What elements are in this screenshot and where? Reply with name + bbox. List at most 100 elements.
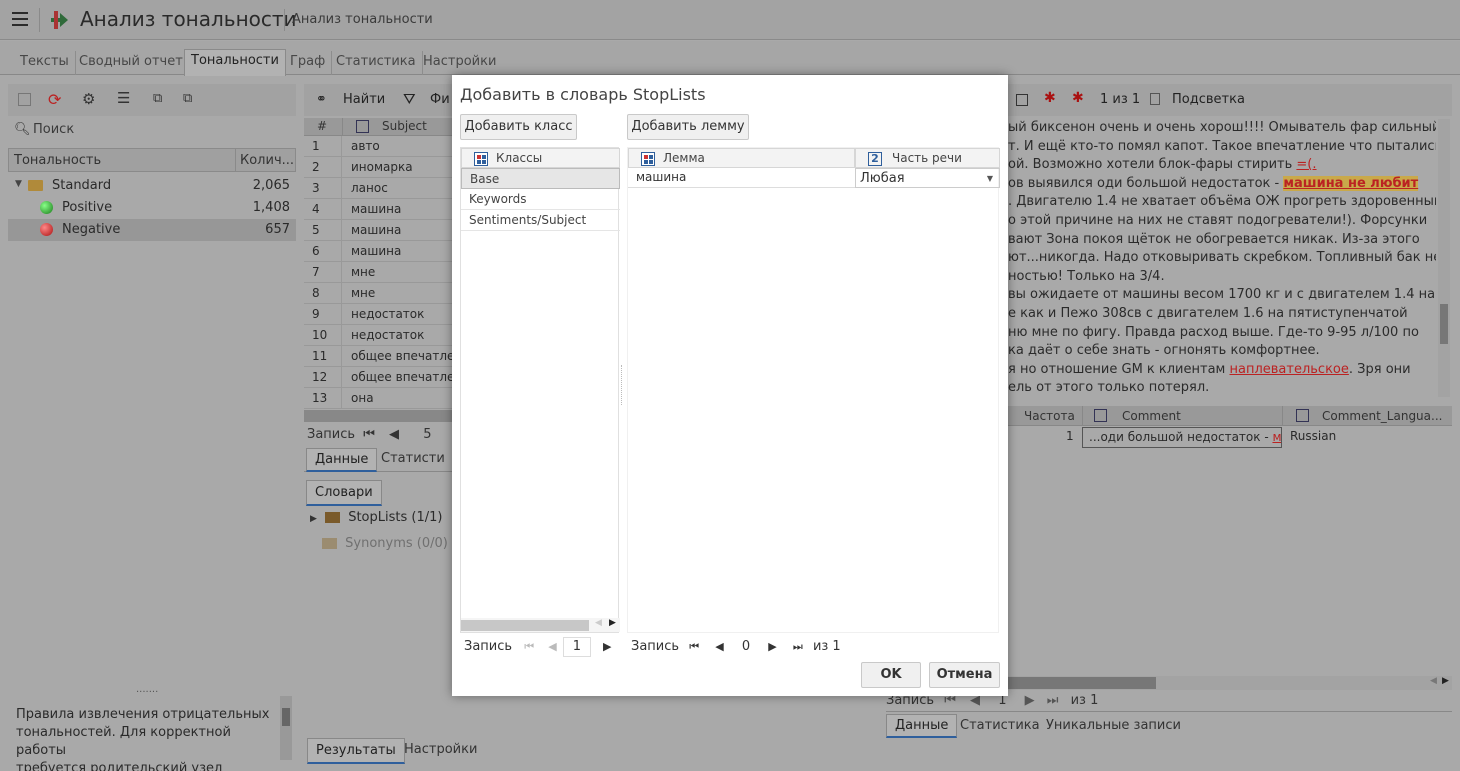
row-index: 5 — [304, 220, 342, 241]
binoculars-icon[interactable]: ⚭ — [316, 92, 327, 107]
bottom-tab-results[interactable]: Результаты — [307, 738, 405, 764]
next-page-icon[interactable]: ▶ — [603, 636, 611, 658]
lemma-row[interactable]: машина Любая ▼ — [628, 168, 1000, 188]
paste-icon[interactable]: ⧉ — [183, 91, 192, 106]
table-row[interactable]: 5 машина — [304, 220, 454, 241]
dropdown-arrow-icon[interactable]: ▼ — [987, 169, 993, 188]
tab-graph[interactable]: Граф — [284, 51, 333, 75]
class-item[interactable]: Base — [461, 168, 620, 189]
table-row[interactable]: 8 мне — [304, 283, 454, 304]
highlight-icon[interactable] — [1150, 93, 1160, 105]
row-comment[interactable]: ...оди большой недостаток - маш — [1082, 427, 1282, 448]
dict-stoplists[interactable]: ▶ StopLists (1/1) — [310, 510, 460, 530]
tab-texts[interactable]: Тексты — [14, 51, 76, 75]
list-icon[interactable]: ☰ — [117, 89, 130, 107]
lemma-cell[interactable]: машина — [636, 168, 686, 187]
save-icon[interactable] — [18, 93, 31, 106]
splitter-handle[interactable]: ....... — [136, 684, 158, 695]
tree-header-count[interactable]: Колич... — [240, 153, 294, 168]
pos-select[interactable]: Любая ▼ — [855, 168, 1000, 188]
classes-hscrollbar[interactable]: ◀ ▶ — [461, 618, 620, 632]
table-row[interactable]: 11 общее впечатлен — [304, 346, 454, 367]
tab-data[interactable]: Данные — [306, 448, 378, 472]
comment-grid-row[interactable]: 1 ...оди большой недостаток - маш Russia… — [1008, 427, 1452, 448]
col-comment-language[interactable]: Comment_Langua... — [1322, 409, 1442, 423]
tab-data[interactable]: Данные — [886, 714, 958, 738]
gear-icon[interactable]: ⚙ — [82, 90, 95, 108]
last-page-icon[interactable]: ⏭ — [1047, 693, 1059, 708]
dict-synonyms[interactable]: Synonyms (0/0) — [322, 536, 472, 556]
class-item[interactable]: Sentiments/Subject — [461, 210, 620, 231]
last-page-icon[interactable]: ⏭ — [793, 636, 803, 658]
ok-button[interactable]: OK — [861, 662, 921, 688]
bottom-tab-settings[interactable]: Настройки — [404, 742, 477, 757]
next-mark-icon[interactable]: ✱ — [1072, 90, 1084, 106]
table-row[interactable]: 9 недостаток — [304, 304, 454, 325]
tree-node-positive[interactable]: Positive 1,408 — [8, 197, 296, 219]
underlined-word[interactable]: наплевательское — [1229, 362, 1348, 377]
tree-node-standard[interactable]: ▼ Standard 2,065 — [8, 175, 296, 197]
table-row[interactable]: 4 машина — [304, 199, 454, 220]
first-page-icon[interactable]: ⏮ — [363, 427, 375, 442]
dialog-splitter[interactable] — [621, 365, 625, 405]
highlighted-phrase[interactable]: машина не любит — [1283, 175, 1419, 191]
prev-page-icon[interactable]: ◀ — [715, 636, 723, 658]
col-index[interactable]: # — [317, 119, 327, 133]
tab-summary[interactable]: Сводный отчет — [73, 51, 190, 75]
pager-value[interactable]: 5 — [423, 427, 431, 442]
tab-settings[interactable]: Настройки — [417, 51, 502, 75]
add-lemma-button[interactable]: Добавить лемму — [627, 114, 749, 140]
text-vscrollbar[interactable] — [1438, 119, 1450, 397]
tab-sentiments[interactable]: Тональности — [184, 49, 286, 76]
table-row[interactable]: 12 общее впечатлен — [304, 367, 454, 388]
tree-header-sentiment[interactable]: Тональность — [14, 153, 101, 168]
tab-unique-records[interactable]: Уникальные записи — [1046, 718, 1181, 733]
tab-statistics[interactable]: Статистика — [960, 718, 1040, 733]
right-hscrollbar[interactable]: ◀ ▶ — [1008, 676, 1452, 690]
refresh-icon[interactable]: ⟳ — [48, 90, 61, 109]
hamburger-menu-icon[interactable] — [12, 12, 28, 26]
pager-input[interactable]: 1 — [562, 636, 591, 657]
find-button[interactable]: Найти — [343, 92, 385, 107]
breadcrumb[interactable]: Анализ тональности — [292, 12, 433, 27]
dictionaries-tab[interactable]: Словари — [306, 480, 382, 506]
table-row[interactable]: 3 ланос — [304, 178, 454, 199]
first-page-icon[interactable]: ⏮ — [524, 636, 534, 658]
info-scrollbar[interactable] — [280, 696, 292, 760]
highlight-button[interactable]: Подсветка — [1172, 92, 1245, 107]
first-page-icon[interactable]: ⏮ — [689, 636, 699, 658]
checkbox-icon[interactable] — [1016, 94, 1028, 106]
next-page-icon[interactable]: ▶ — [1025, 693, 1035, 708]
lemma-header[interactable]: Лемма — [628, 148, 855, 168]
col-frequency[interactable]: Частота — [1024, 409, 1075, 423]
table-row[interactable]: 2 иномарка — [304, 157, 454, 178]
col-subject[interactable]: Subject — [382, 119, 427, 133]
expand-arrow-icon[interactable]: ▶ — [310, 514, 317, 524]
col-comment[interactable]: Comment — [1122, 409, 1181, 423]
prev-mark-icon[interactable]: ✱ — [1044, 90, 1056, 106]
table-row[interactable]: 7 мне — [304, 262, 454, 283]
next-page-icon[interactable]: ▶ — [768, 636, 776, 658]
table-row[interactable]: 10 недостаток — [304, 325, 454, 346]
copy-icon[interactable]: ⧉ — [153, 91, 162, 106]
classes-header[interactable]: Классы — [461, 148, 620, 168]
tab-statistics[interactable]: Статистика — [330, 51, 423, 75]
table-row[interactable]: 6 машина — [304, 241, 454, 262]
class-item[interactable]: Keywords — [461, 189, 620, 210]
search-input[interactable]: 🔍︎ Поиск — [8, 117, 296, 145]
filter-button[interactable]: Фи — [430, 92, 450, 107]
tree-node-negative[interactable]: Negative 657 — [8, 219, 296, 241]
expand-arrow-icon[interactable]: ▼ — [15, 179, 22, 189]
pager-value[interactable]: 0 — [742, 639, 750, 654]
grid-hscrollbar[interactable] — [304, 410, 454, 422]
prev-page-icon[interactable]: ◀ — [389, 427, 399, 442]
filter-icon[interactable]: ⛛ — [403, 90, 416, 108]
cancel-button[interactable]: Отмена — [929, 662, 1000, 688]
table-row[interactable]: 1 авто — [304, 136, 454, 157]
add-class-button[interactable]: Добавить класс — [460, 114, 577, 140]
part-of-speech-header[interactable]: 2 Часть речи — [855, 148, 1000, 168]
prev-page-icon[interactable]: ◀ — [548, 636, 556, 658]
smiley-link[interactable]: =(. — [1296, 157, 1316, 172]
table-row[interactable]: 13 она — [304, 388, 454, 409]
tab-statistics[interactable]: Статисти — [381, 451, 445, 466]
